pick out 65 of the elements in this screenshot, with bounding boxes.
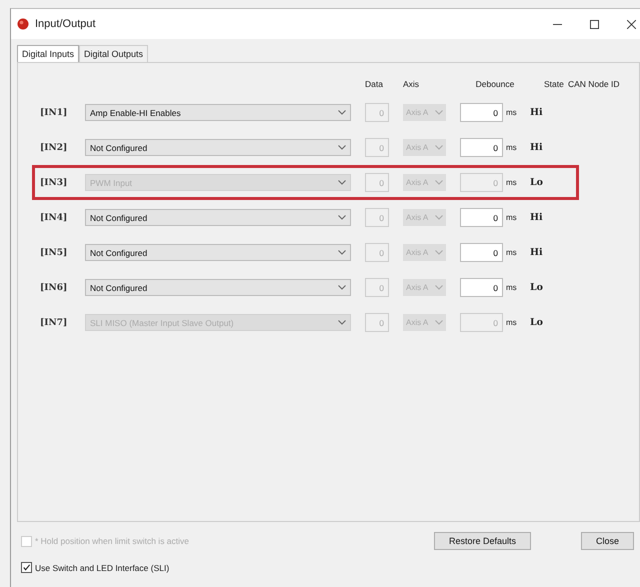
- input-label: [IN6]: [40, 282, 68, 292]
- state-value: Lo: [530, 317, 544, 328]
- chevron-icon: [435, 180, 443, 185]
- chevron-icon: [338, 215, 346, 220]
- state-value: Lo: [530, 282, 544, 293]
- state-value: Hi: [530, 107, 544, 118]
- app-icon: [17, 18, 29, 30]
- unit-label: ms: [506, 248, 518, 257]
- check-icon: [22, 563, 31, 572]
- column-header: CAN Node ID: [568, 79, 620, 89]
- window-title: Input/Output: [35, 18, 96, 30]
- column-header: Axis: [403, 79, 420, 89]
- function-dropdown[interactable]: Not Configured: [85, 139, 351, 156]
- data-field[interactable]: 0: [365, 278, 389, 297]
- state-value: Hi: [530, 142, 544, 153]
- input-label: [IN4]: [40, 212, 68, 222]
- function-dropdown[interactable]: Not Configured: [85, 244, 351, 261]
- function-dropdown[interactable]: Not Configured: [85, 279, 351, 296]
- chevron-icon: [338, 180, 346, 185]
- chevron-icon: [435, 285, 443, 290]
- restore-defaults-button[interactable]: Restore Defaults: [434, 532, 531, 550]
- data-field[interactable]: 0: [365, 103, 389, 122]
- debounce-field[interactable]: 0: [460, 208, 503, 227]
- input-label: [IN1]: [40, 108, 68, 118]
- data-field[interactable]: 0: [365, 208, 389, 227]
- column-header: Debounce: [474, 79, 516, 89]
- debounce-field[interactable]: 0: [460, 138, 503, 157]
- tab[interactable]: Digital Inputs: [17, 45, 80, 62]
- input-label: [IN3]: [40, 178, 68, 188]
- chevron-icon: [435, 250, 443, 255]
- chevron-icon: [435, 215, 443, 220]
- close-icon[interactable]: [627, 20, 636, 28]
- unit-label: ms: [506, 318, 518, 327]
- function-dropdown[interactable]: Amp Enable-HI Enables: [85, 104, 351, 121]
- function-dropdown[interactable]: Not Configured: [85, 209, 351, 226]
- maximize-icon[interactable]: [590, 20, 599, 28]
- data-field[interactable]: 0: [365, 243, 389, 262]
- close-button[interactable]: Close: [580, 532, 634, 550]
- chevron-icon: [338, 320, 346, 325]
- unit-label: ms: [506, 178, 518, 187]
- state-value: Hi: [530, 247, 544, 258]
- chevron-icon: [435, 320, 443, 325]
- column-header: Data: [365, 79, 384, 89]
- chevron-icon: [435, 110, 443, 115]
- state-value: Hi: [530, 212, 544, 223]
- state-value: Lo: [530, 177, 544, 188]
- input-label: [IN7]: [40, 318, 68, 328]
- chevron-icon: [435, 145, 443, 150]
- unit-label: ms: [506, 283, 518, 292]
- debounce-field[interactable]: 0: [460, 103, 503, 122]
- tab[interactable]: Digital Outputs: [79, 45, 148, 62]
- chevron-icon: [338, 145, 346, 150]
- chevron-icon: [338, 285, 346, 290]
- unit-label: ms: [506, 213, 518, 222]
- input-label: [IN2]: [40, 142, 68, 152]
- chevron-icon: [338, 250, 346, 255]
- unit-label: ms: [506, 143, 518, 152]
- input-label: [IN5]: [40, 248, 68, 258]
- data-field[interactable]: 0: [365, 138, 389, 157]
- debounce-field[interactable]: 0: [460, 243, 503, 262]
- column-header: State: [544, 79, 565, 89]
- unit-label: ms: [506, 108, 518, 117]
- chevron-icon: [338, 110, 346, 115]
- checkbox-option[interactable]: Use Switch and LED Interface (SLI): [21, 562, 634, 573]
- debounce-field[interactable]: 0: [460, 278, 503, 297]
